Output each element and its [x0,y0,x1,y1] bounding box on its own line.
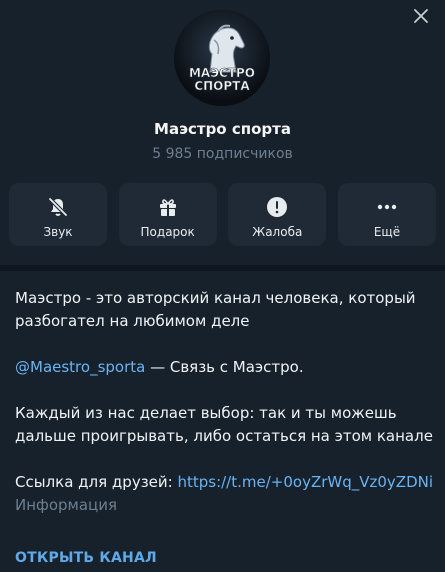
info-line-friends: Ссылка для друзей: https://t.me/+0oyZrWq… [15,471,435,494]
more-icon [377,204,397,210]
avatar: МАЭСТРО СПОРТА [174,10,270,106]
more-label: Ещё [373,225,401,239]
avatar-text-top: МАЭСТРО [189,66,255,80]
friends-label: Ссылка для друзей: [15,473,178,491]
report-label: Жалоба [252,225,303,239]
gift-button[interactable]: Подарок [118,183,217,246]
contact-link[interactable]: @Maestro_sporta [15,358,145,376]
channel-info: Маэстро - это авторский канал человека, … [0,265,445,572]
bell-off-icon [48,197,68,217]
mute-button[interactable]: Звук [9,183,107,246]
warning-icon [267,197,288,217]
info-line-contact: @Maestro_sporta — Связь с Маэстро. [15,356,435,379]
info-caption: Информация [15,496,118,514]
subscriber-count: 5 985 подписчиков [152,146,293,162]
open-channel-button[interactable]: ОТКРЫТЬ КАНАЛ [15,550,157,566]
info-line-about: Маэстро - это авторский канал человека, … [15,289,416,330]
action-bar: Звук Подарок Жалоба Ещё [9,183,436,246]
gift-icon [159,199,176,216]
contact-text: — Связь с Маэстро. [145,358,304,376]
info-line-choice: Каждый из нас делает выбор: так и ты мож… [15,404,433,445]
friends-link[interactable]: https://t.me/+0oyZrWq_Vz0yZDNi [177,473,433,491]
close-icon[interactable] [411,6,431,26]
avatar-text-bottom: СПОРТА [194,79,250,93]
chess-knight-logo: МАЭСТРО СПОРТА [174,10,270,106]
more-button[interactable]: Ещё [337,183,436,246]
report-button[interactable]: Жалоба [228,183,327,246]
gift-label: Подарок [140,225,195,239]
info-description: Маэстро - это авторский канал человека, … [15,287,435,517]
mute-label: Звук [43,225,73,239]
channel-header: МАЭСТРО СПОРТА Маэстро спорта 5 985 подп… [0,0,445,265]
channel-name: Маэстро спорта [154,120,291,138]
